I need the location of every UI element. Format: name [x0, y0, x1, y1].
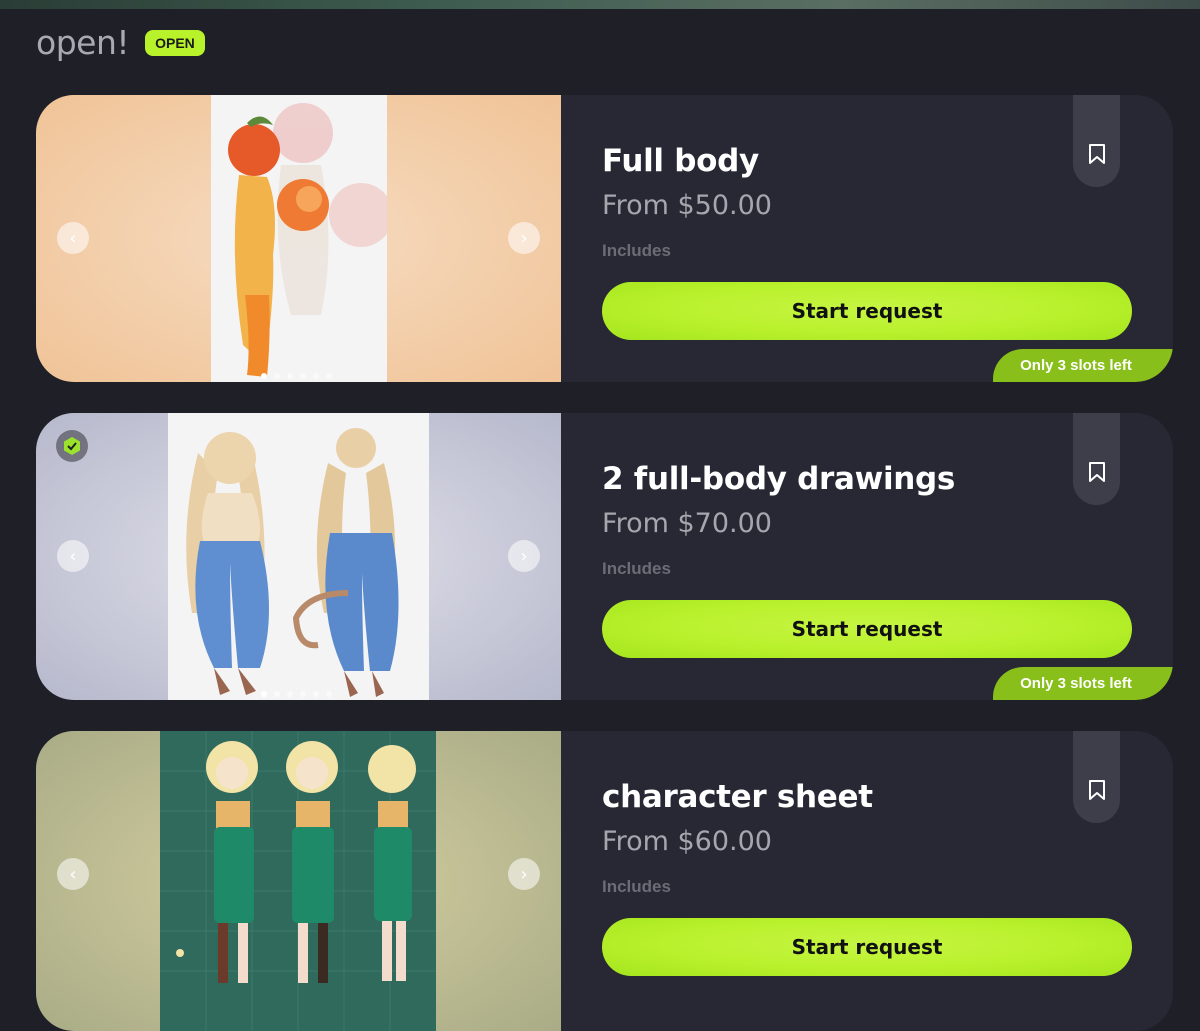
- gallery-dot[interactable]: [326, 373, 332, 379]
- card-title: 2 full-body drawings: [602, 461, 956, 497]
- section-header: open! OPEN: [36, 22, 205, 62]
- image-gallery[interactable]: ‹ ›: [36, 731, 561, 1031]
- gallery-dot[interactable]: [313, 373, 319, 379]
- section-title: open!: [36, 22, 130, 62]
- bookmark-icon: [1088, 144, 1105, 164]
- open-status-badge: OPEN: [145, 30, 205, 56]
- artwork-image: [211, 95, 387, 382]
- commission-card: ‹ › Full body From $50.00 Includes Start…: [36, 95, 1173, 382]
- image-gallery[interactable]: ‹ ›: [36, 95, 561, 382]
- start-request-button[interactable]: Start request: [602, 282, 1132, 340]
- card-info: Full body From $50.00 Includes Start req…: [602, 95, 1142, 382]
- gallery-dot[interactable]: [313, 691, 319, 697]
- gallery-next-button[interactable]: ›: [508, 540, 540, 572]
- gallery-pagination: [261, 691, 332, 697]
- verified-check-icon: [64, 437, 80, 455]
- verified-badge: [56, 430, 88, 462]
- gallery-pagination: [261, 373, 332, 379]
- slots-left-badge: Only 3 slots left: [993, 349, 1173, 382]
- card-title: Full body: [602, 143, 759, 179]
- start-request-button[interactable]: Start request: [602, 600, 1132, 658]
- bookmark-icon: [1088, 462, 1105, 482]
- artwork-image: [168, 413, 429, 700]
- includes-label: Includes: [602, 241, 671, 260]
- bookmark-button[interactable]: [1073, 95, 1120, 187]
- artwork-image: [160, 731, 436, 1031]
- gallery-prev-button[interactable]: ‹: [57, 858, 89, 890]
- card-info: character sheet From $60.00 Includes Sta…: [602, 731, 1142, 1031]
- top-banner-strip: [0, 0, 1200, 9]
- includes-label: Includes: [602, 877, 671, 896]
- card-info: 2 full-body drawings From $70.00 Include…: [602, 413, 1142, 700]
- gallery-prev-button[interactable]: ‹: [57, 222, 89, 254]
- bookmark-button[interactable]: [1073, 731, 1120, 823]
- gallery-dot[interactable]: [274, 691, 280, 697]
- card-price: From $60.00: [602, 826, 772, 857]
- gallery-dot[interactable]: [300, 373, 306, 379]
- chevron-left-icon: ‹: [69, 545, 77, 567]
- commission-card: ‹ › 2 full-body drawings From $70.00 Inc…: [36, 413, 1173, 700]
- gallery-dot[interactable]: [261, 691, 267, 697]
- card-title: character sheet: [602, 779, 873, 815]
- gallery-dot[interactable]: [326, 691, 332, 697]
- image-gallery[interactable]: ‹ ›: [36, 413, 561, 700]
- gallery-next-button[interactable]: ›: [508, 858, 540, 890]
- bookmark-icon: [1088, 780, 1105, 800]
- gallery-dot[interactable]: [287, 373, 293, 379]
- includes-label: Includes: [602, 559, 671, 578]
- chevron-left-icon: ‹: [69, 863, 77, 885]
- card-price: From $50.00: [602, 190, 772, 221]
- bookmark-button[interactable]: [1073, 413, 1120, 505]
- start-request-button[interactable]: Start request: [602, 918, 1132, 976]
- chevron-right-icon: ›: [520, 545, 528, 567]
- chevron-right-icon: ›: [520, 227, 528, 249]
- chevron-left-icon: ‹: [69, 227, 77, 249]
- gallery-dot[interactable]: [274, 373, 280, 379]
- chevron-right-icon: ›: [520, 863, 528, 885]
- gallery-dot[interactable]: [261, 373, 267, 379]
- slots-left-badge: Only 3 slots left: [993, 667, 1173, 700]
- gallery-prev-button[interactable]: ‹: [57, 540, 89, 572]
- card-price: From $70.00: [602, 508, 772, 539]
- gallery-dot[interactable]: [287, 691, 293, 697]
- commission-card: ‹ › character sheet From $60.00 Includes…: [36, 731, 1173, 1031]
- gallery-next-button[interactable]: ›: [508, 222, 540, 254]
- gallery-dot[interactable]: [300, 691, 306, 697]
